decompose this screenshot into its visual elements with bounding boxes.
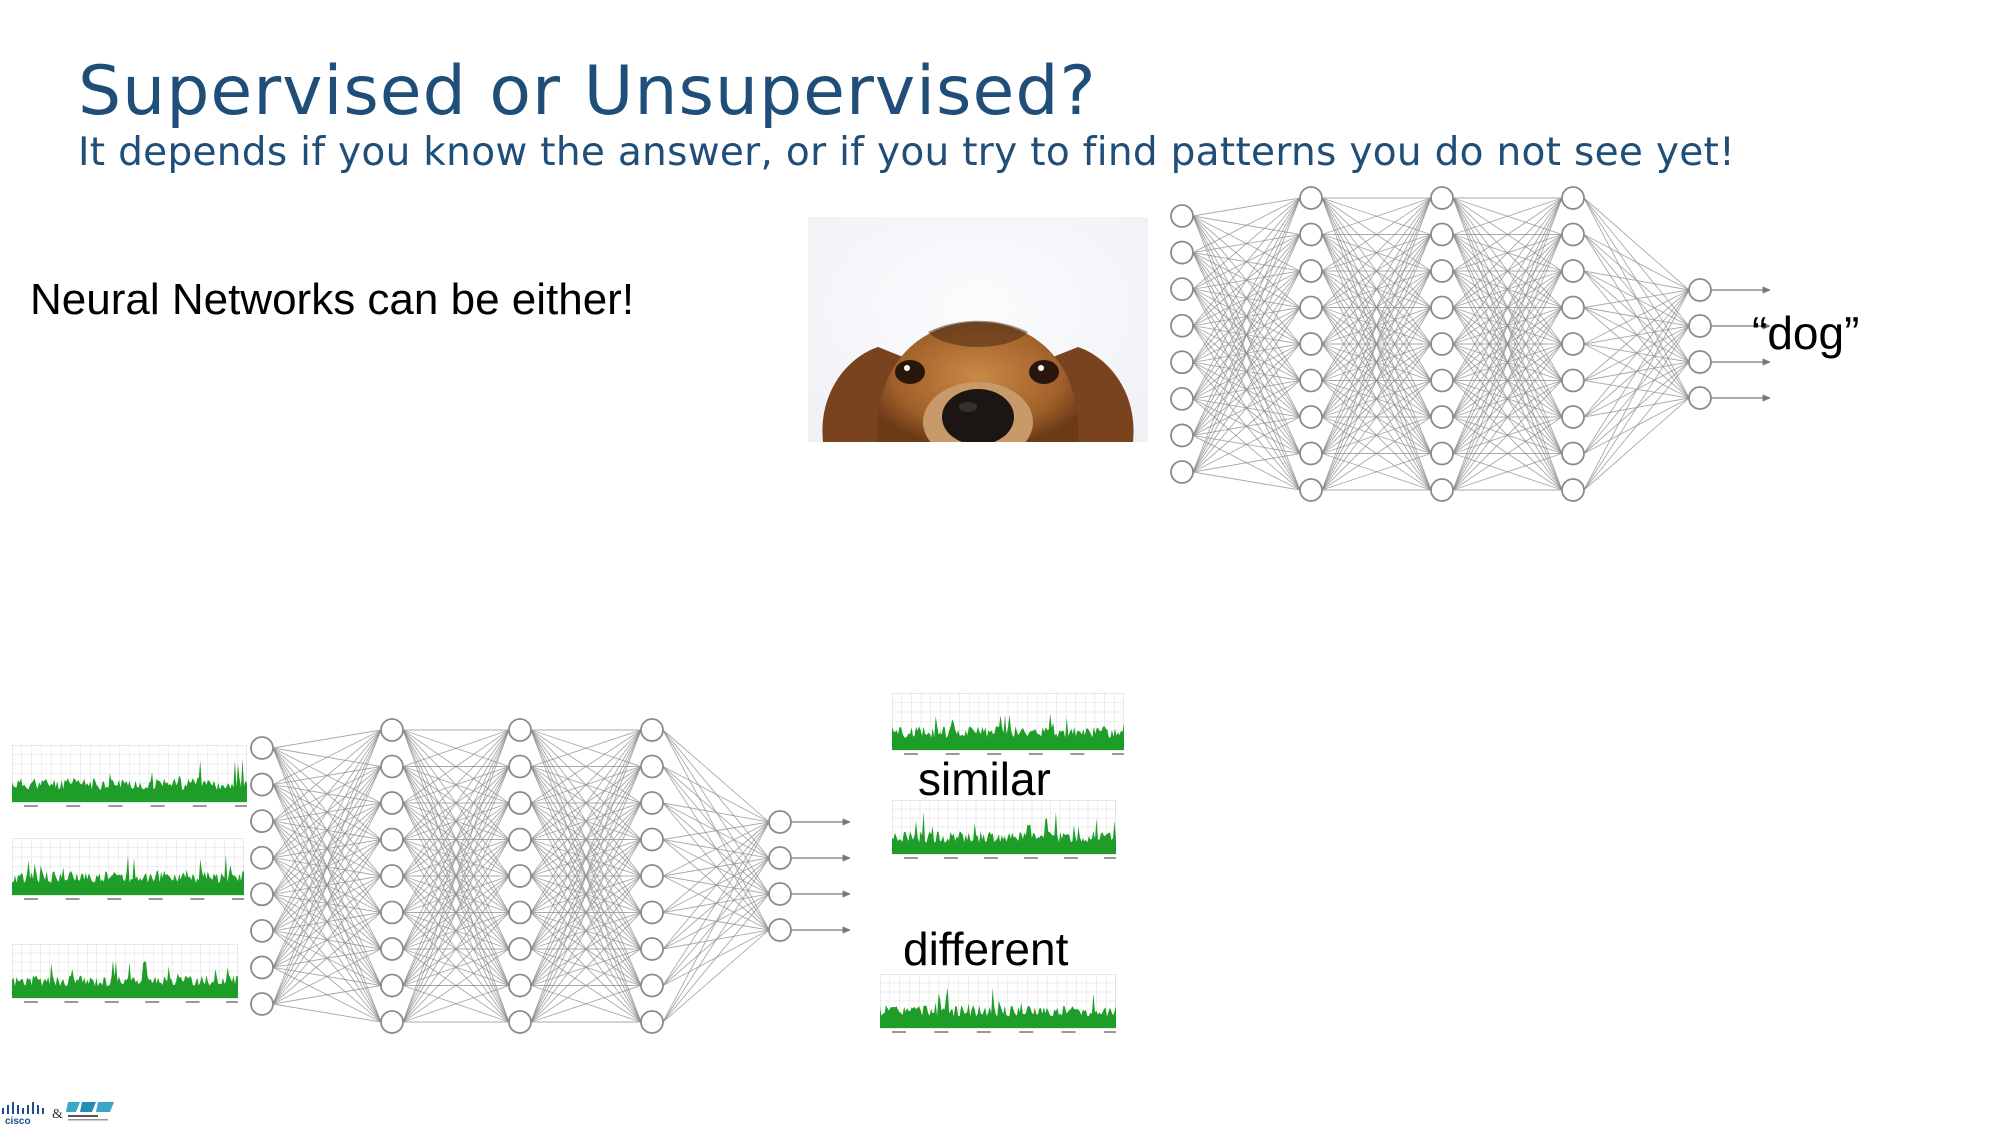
network-node [1170,460,1194,484]
network-node [640,864,664,888]
network-node [508,937,532,961]
network-node [1170,277,1194,302]
dog-photo [808,217,1148,442]
network-node [380,937,404,961]
network-node [640,827,664,852]
partner-logo [66,1102,114,1121]
network-node [1430,405,1454,429]
network-node [250,955,274,980]
network-node [250,882,274,907]
network-node [1430,186,1454,210]
network-node [1430,222,1454,247]
network-node [1688,278,1712,302]
network-node [768,882,792,906]
input-chart-2 [12,838,244,900]
input-chart-3 [12,944,238,1003]
network-node [1561,332,1585,356]
cisco-wordmark: cisco [5,1116,31,1125]
output-label-dog: “dog” [1752,307,1860,359]
network-node [768,810,792,834]
network-node [1561,368,1585,393]
network-node [1561,222,1585,247]
network-node [508,1010,532,1034]
network-node [380,900,404,925]
network-node [1299,332,1323,356]
network-node [1299,295,1323,320]
network-node [508,754,532,779]
network-node [1170,240,1194,265]
network-node [768,918,792,942]
network-node [250,992,274,1016]
output-chart-similar [892,800,1116,859]
different-label: different [903,923,1069,975]
network-node [1170,313,1194,338]
network-node [1170,350,1194,375]
ampersand: & [52,1107,63,1122]
network-node [1170,386,1194,411]
network-node [1430,295,1454,320]
network-node [250,918,274,943]
network-node [1430,441,1454,466]
network-node [1299,368,1323,393]
network-node [1299,405,1323,429]
network-node [380,973,404,998]
network-node [380,827,404,852]
network-node [640,791,664,815]
cisco-logo: cisco & [2,1102,114,1125]
network-node [1688,386,1712,410]
network-node [1561,405,1585,429]
network-node [250,772,274,797]
network-node [640,973,664,998]
network-node [640,900,664,925]
network-node [250,736,274,760]
network-node [640,754,664,779]
network-node [1430,332,1454,356]
network-node [250,809,274,834]
network-node [640,718,664,742]
network-node [1430,478,1454,502]
network-node [768,846,792,870]
network-node [380,1010,404,1034]
neural-network-supervised [1170,186,1770,502]
network-node [380,754,404,779]
network-node [508,864,532,888]
output-chart-different [880,974,1116,1033]
network-node [380,791,404,815]
network-node [1561,186,1585,210]
network-node [1170,423,1194,448]
network-node [380,718,404,742]
network-node [1561,259,1585,283]
network-node [1299,441,1323,466]
network-node [1299,222,1323,247]
network-node [508,718,532,742]
neural-network-unsupervised [250,718,850,1034]
network-node [1688,314,1712,338]
network-node [1299,186,1323,210]
slide-subtitle: It depends if you know the answer, or if… [78,130,1736,175]
network-node [640,1010,664,1034]
network-node [508,827,532,852]
network-node [508,900,532,925]
input-chart-1 [12,745,247,807]
network-node [1170,204,1194,228]
network-node [380,864,404,888]
network-node [1299,259,1323,283]
slide-title: Supervised or Unsupervised? [78,52,1097,131]
network-node [508,791,532,815]
network-node [508,973,532,998]
network-node [1561,478,1585,502]
similar-label: similar [918,753,1051,805]
network-node [640,937,664,961]
network-node [1299,478,1323,502]
network-node [1430,259,1454,283]
lead-text: Neural Networks can be either! [30,275,635,324]
network-node [1561,295,1585,320]
network-node [1430,368,1454,393]
output-chart-top [892,693,1124,755]
network-node [1688,350,1712,374]
network-node [1561,441,1585,466]
network-node [250,845,274,870]
